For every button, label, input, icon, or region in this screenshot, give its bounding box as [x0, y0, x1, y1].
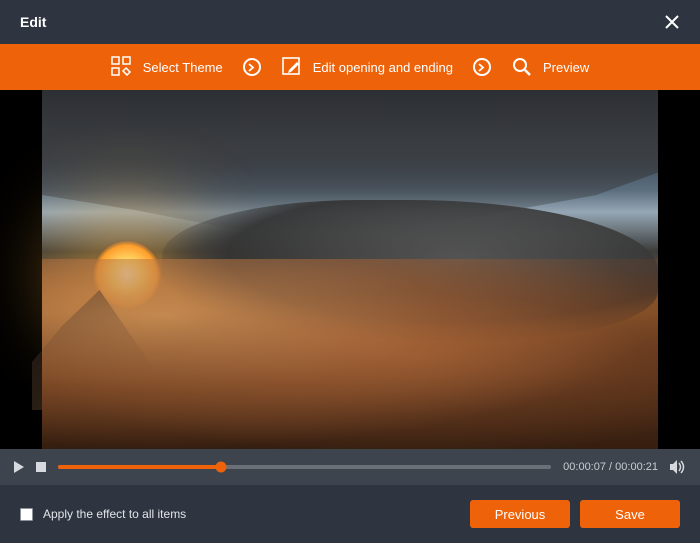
playback-controls: 00:00:07 / 00:00:21 [0, 449, 700, 485]
stop-icon [36, 462, 46, 472]
chevron-right-icon [478, 63, 485, 72]
speaker-icon [670, 460, 686, 474]
magnifier-icon [511, 56, 533, 78]
apply-all-checkbox[interactable] [20, 508, 33, 521]
step-edit-opening-ending[interactable]: Edit opening and ending [281, 56, 453, 78]
volume-button[interactable] [670, 460, 686, 474]
step-label: Edit opening and ending [313, 60, 453, 75]
window-title: Edit [20, 14, 46, 30]
close-button[interactable] [660, 10, 684, 34]
progress-fill [58, 465, 221, 469]
total-time: 00:00:21 [615, 461, 658, 473]
progress-handle[interactable] [215, 462, 226, 473]
button-label: Previous [495, 507, 546, 522]
current-time: 00:00:07 [563, 461, 606, 473]
save-button[interactable]: Save [580, 500, 680, 528]
apply-all-label: Apply the effect to all items [43, 507, 186, 521]
play-button[interactable] [14, 461, 24, 473]
step-label: Preview [543, 60, 589, 75]
step-select-theme[interactable]: Select Theme [111, 56, 223, 78]
progress-slider[interactable] [58, 465, 551, 469]
close-icon [665, 15, 679, 29]
step-separator [473, 58, 491, 76]
stop-button[interactable] [36, 462, 46, 472]
preview-area [0, 90, 700, 449]
cloud-decor [42, 259, 658, 449]
theme-icon [111, 56, 133, 78]
preview-video [42, 90, 658, 449]
step-label: Select Theme [143, 60, 223, 75]
edit-icon [281, 56, 303, 78]
timecode: 00:00:07 / 00:00:21 [563, 461, 658, 473]
edit-window: Edit Select Theme [0, 0, 700, 543]
time-separator: / [609, 461, 612, 473]
play-icon [14, 461, 24, 473]
step-preview[interactable]: Preview [511, 56, 589, 78]
footer: Apply the effect to all items Previous S… [0, 485, 700, 543]
chevron-right-icon [248, 63, 255, 72]
step-separator [243, 58, 261, 76]
step-bar: Select Theme Edit opening and ending [0, 44, 700, 90]
button-label: Save [615, 507, 645, 522]
previous-button[interactable]: Previous [470, 500, 570, 528]
titlebar: Edit [0, 0, 700, 44]
